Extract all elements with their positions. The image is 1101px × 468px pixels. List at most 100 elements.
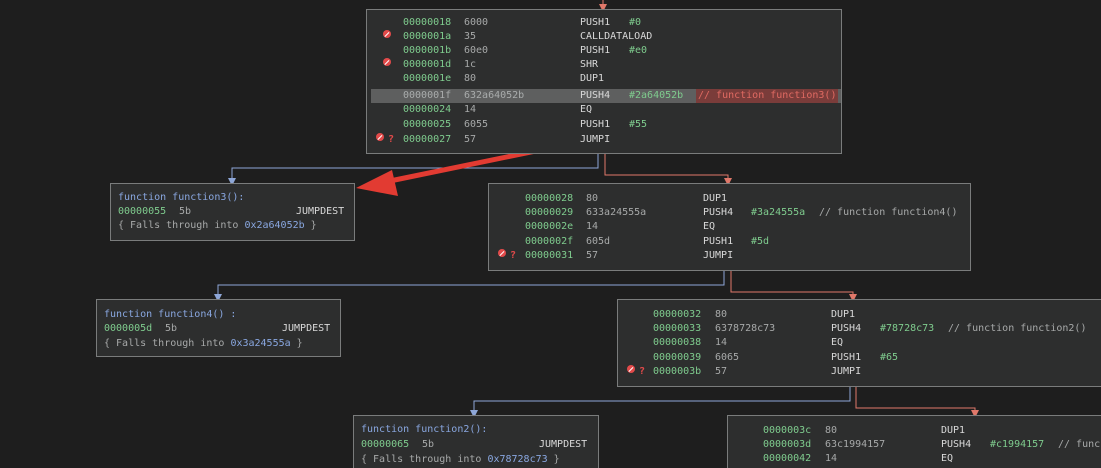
instruction-mnemonic: PUSH1 — [703, 236, 734, 247]
function2-node[interactable]: function function2(): 00000065 5b JUMPDE… — [353, 415, 599, 468]
instruction-bytes: 6378728c73 — [715, 323, 776, 334]
instruction-row[interactable]: 00000032 80 DUP1 — [618, 308, 1101, 322]
instruction-row[interactable]: 0000001a 35 CALLDATALOAD — [367, 30, 841, 44]
basic-block-2[interactable]: 00000028 80 DUP1 00000029 633a24555a PUS… — [488, 183, 971, 271]
instruction-address: 0000001a — [403, 31, 452, 42]
instruction-row[interactable]: ? 00000031 57 JUMPI — [489, 249, 970, 263]
instruction-address: 0000002e — [525, 221, 574, 232]
instruction-mnemonic: PUSH1 — [831, 352, 862, 363]
instruction-row[interactable]: 0000003c 80 DUP1 — [728, 424, 1101, 438]
falls-through-row: { Falls through into 0x3a24555a } — [97, 337, 340, 351]
instruction-mnemonic: JUMPDEST — [296, 206, 345, 217]
instruction-bytes: 5b — [179, 206, 192, 217]
instruction-row[interactable]: 00000038 14 EQ — [618, 336, 1101, 350]
function-header-row: function function2(): — [354, 423, 598, 437]
unresolved-jump-icon: ? — [388, 134, 395, 145]
instruction-address: 00000065 — [361, 439, 410, 450]
instruction-mnemonic: JUMPDEST — [282, 323, 331, 334]
instruction-mnemonic: CALLDATALOAD — [580, 31, 653, 42]
instruction-row[interactable]: 0000005d 5b JUMPDEST — [97, 322, 340, 336]
instruction-bytes: 14 — [825, 453, 838, 464]
instruction-address: 00000018 — [403, 17, 452, 28]
instruction-bytes: 60e0 — [464, 45, 489, 56]
instruction-bytes: 80 — [464, 73, 477, 84]
instruction-comment: // func — [1058, 439, 1101, 450]
instruction-mnemonic: DUP1 — [941, 425, 966, 436]
instruction-address: 00000038 — [653, 337, 702, 348]
instruction-row[interactable]: 00000039 6065 PUSH1 #65 — [618, 351, 1101, 365]
instruction-row[interactable]: 00000042 14 EQ — [728, 452, 1101, 466]
instruction-address: 0000001f — [403, 90, 452, 101]
breakpoint-icon[interactable] — [383, 30, 391, 38]
instruction-bytes: 57 — [715, 366, 728, 377]
instruction-operand: #e0 — [629, 45, 648, 56]
instruction-row[interactable]: 0000001b 60e0 PUSH1 #e0 — [367, 44, 841, 58]
function4-node[interactable]: function function4() : 0000005d 5b JUMPD… — [96, 299, 341, 357]
instruction-mnemonic: EQ — [580, 104, 593, 115]
instruction-row[interactable]: 00000055 5b JUMPDEST — [111, 205, 354, 219]
breakpoint-icon[interactable] — [376, 133, 384, 141]
function-header[interactable]: function function3(): — [118, 191, 244, 205]
instruction-row[interactable]: 00000025 6055 PUSH1 #55 — [367, 118, 841, 132]
basic-block-entry[interactable]: 00000018 6000 PUSH1 #0 0000001a 35 CALLD… — [366, 9, 842, 154]
instruction-row[interactable]: ? 0000003b 57 JUMPI — [618, 365, 1101, 379]
instruction-row[interactable]: 0000001d 1c SHR — [367, 58, 841, 72]
falls-through-text: { Falls through into 0x3a24555a } — [104, 338, 303, 349]
instruction-row[interactable]: 00000065 5b JUMPDEST — [354, 438, 598, 452]
instruction-bytes: 6055 — [464, 119, 489, 130]
falls-through-row: { Falls through into 0x78728c73 } — [354, 453, 598, 467]
instruction-bytes: 6000 — [464, 17, 489, 28]
instruction-address: 0000001d — [403, 59, 452, 70]
instruction-mnemonic: JUMPI — [580, 134, 611, 145]
instruction-row[interactable]: 00000018 6000 PUSH1 #0 — [367, 16, 841, 30]
instruction-address: 00000042 — [763, 453, 812, 464]
breakpoint-icon[interactable] — [383, 58, 391, 66]
instruction-bytes: 35 — [464, 31, 477, 42]
instruction-bytes: 80 — [715, 309, 728, 320]
basic-block-4[interactable]: 0000003c 80 DUP1 0000003d 63c1994157 PUS… — [727, 415, 1101, 468]
instruction-bytes: 80 — [586, 193, 599, 204]
instruction-row[interactable]: 0000002e 14 EQ — [489, 220, 970, 234]
instruction-row[interactable]: 00000024 14 EQ — [367, 103, 841, 117]
instruction-row[interactable]: 00000028 80 DUP1 — [489, 192, 970, 206]
instruction-address: 0000003c — [763, 425, 812, 436]
instruction-row[interactable]: 0000003d 63c1994157 PUSH4 #c1994157 // f… — [728, 438, 1101, 452]
instruction-bytes: 6065 — [715, 352, 740, 363]
instruction-address: 0000003d — [763, 439, 812, 450]
falls-through-target[interactable]: 0x78728c73 — [487, 454, 547, 465]
instruction-mnemonic: EQ — [941, 453, 954, 464]
falls-through-target[interactable]: 0x3a24555a — [230, 338, 290, 349]
breakpoint-icon[interactable] — [627, 365, 635, 373]
instruction-operand: #c1994157 — [990, 439, 1045, 450]
instruction-mnemonic: PUSH1 — [580, 119, 611, 130]
edge-block3-to-block4 — [855, 386, 979, 418]
instruction-operand: #5d — [751, 236, 770, 247]
breakpoint-icon[interactable] — [498, 249, 506, 257]
falls-through-text: { Falls through into 0x2a64052b } — [118, 220, 317, 231]
function-header[interactable]: function function4() : — [104, 308, 236, 322]
instruction-bytes: 5b — [422, 439, 435, 450]
instruction-row-selected[interactable]: 0000001f 632a64052b PUSH4 #2a64052b // f… — [371, 89, 841, 103]
instruction-row[interactable]: 0000002f 605d PUSH1 #5d — [489, 235, 970, 249]
instruction-row[interactable]: 0000001e 80 DUP1 — [367, 72, 841, 86]
function3-node[interactable]: function function3(): 00000055 5b JUMPDE… — [110, 183, 355, 241]
instruction-row[interactable]: 00000033 6378728c73 PUSH4 #78728c73 // f… — [618, 322, 1101, 336]
instruction-operand: #0 — [629, 17, 642, 28]
instruction-operand: #3a24555a — [751, 207, 806, 218]
instruction-address: 0000001e — [403, 73, 452, 84]
function-header[interactable]: function function2(): — [361, 423, 487, 437]
instruction-row[interactable]: ? 00000027 57 JUMPI — [367, 133, 841, 147]
instruction-address: 00000025 — [403, 119, 452, 130]
instruction-bytes: 14 — [464, 104, 477, 115]
instruction-address: 00000029 — [525, 207, 574, 218]
instruction-row[interactable]: 00000029 633a24555a PUSH4 #3a24555a // f… — [489, 206, 970, 220]
instruction-mnemonic: DUP1 — [831, 309, 856, 320]
instruction-mnemonic: DUP1 — [703, 193, 728, 204]
edge-block3-to-function2 — [470, 386, 851, 418]
instruction-bytes: 57 — [586, 250, 599, 261]
instruction-bytes: 632a64052b — [464, 90, 525, 101]
instruction-address: 0000005d — [104, 323, 153, 334]
instruction-mnemonic: PUSH1 — [580, 17, 611, 28]
basic-block-3[interactable]: 00000032 80 DUP1 00000033 6378728c73 PUS… — [617, 299, 1101, 387]
falls-through-target[interactable]: 0x2a64052b — [244, 220, 304, 231]
